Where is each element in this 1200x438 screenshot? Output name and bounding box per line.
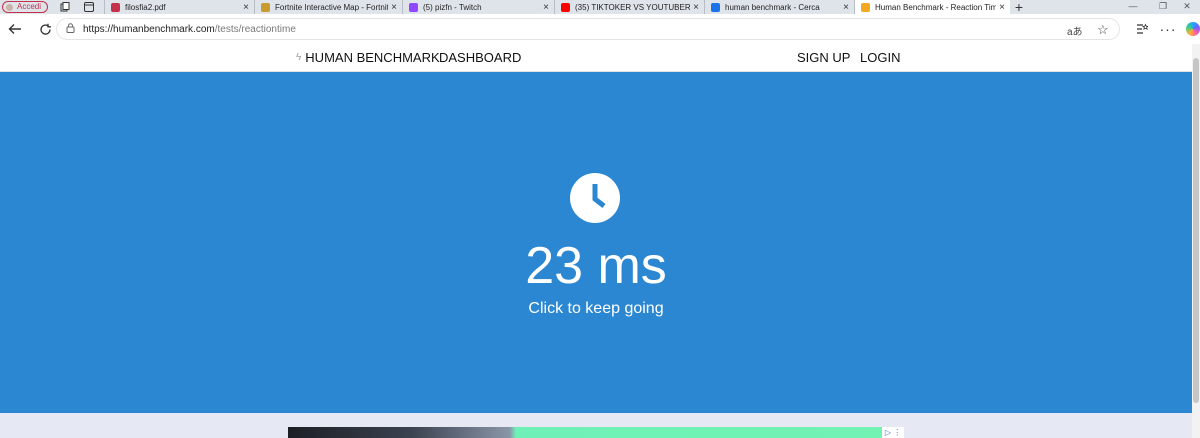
fortnite-map-icon	[261, 2, 271, 12]
close-tab-icon[interactable]: ×	[388, 2, 400, 13]
login-link[interactable]: LOGIN	[860, 50, 900, 65]
new-tab-button[interactable]: +	[1010, 0, 1028, 15]
tab-title: Fortnite Interactive Map - Fortnite	[275, 2, 389, 12]
workspaces-icon[interactable]	[58, 1, 72, 13]
close-tab-icon[interactable]: ×	[240, 2, 252, 13]
tab-title: human benchmark - Cerca	[725, 2, 820, 12]
browser-tab[interactable]: Fortnite Interactive Map - Fortnite ×	[254, 0, 402, 14]
address-bar-row: https://humanbenchmark.com/tests/reactio…	[0, 14, 1200, 44]
close-tab-icon[interactable]: ×	[996, 2, 1008, 13]
human-benchmark-icon	[861, 2, 871, 12]
brand-link[interactable]: ϟ HUMAN BENCHMARK	[296, 50, 440, 65]
close-tab-icon[interactable]: ×	[690, 2, 702, 13]
ad-choices-icon[interactable]: ▷ ⋮	[882, 427, 904, 438]
browser-tab[interactable]: human benchmark - Cerca ×	[704, 0, 854, 14]
clock-icon	[570, 173, 620, 223]
url-bar[interactable]: https://humanbenchmark.com/tests/reactio…	[56, 18, 1120, 40]
bolt-icon: ϟ	[296, 52, 302, 63]
minimize-button[interactable]: —	[1118, 0, 1148, 14]
profile-button[interactable]: Accedi	[2, 1, 49, 13]
lock-icon	[57, 23, 83, 35]
more-menu-icon[interactable]: ···	[1155, 14, 1181, 44]
copilot-button[interactable]	[1180, 14, 1200, 44]
keep-going-hint: Click to keep going	[528, 300, 664, 317]
page-scrollbar[interactable]	[1192, 44, 1200, 438]
dashboard-link[interactable]: DASHBOARD	[439, 50, 521, 65]
favorite-star-icon[interactable]: ☆	[1097, 19, 1109, 41]
tab-actions-icon[interactable]	[82, 1, 96, 13]
copilot-icon	[1186, 22, 1200, 36]
tab-title: (5) pizfn - Twitch	[423, 2, 482, 12]
favorites-icon[interactable]	[1128, 14, 1154, 44]
browser-tab[interactable]: Human Benchmark - Reaction Time ×	[854, 0, 1011, 14]
profile-label: Accedi	[17, 2, 42, 11]
site-header: ϟ HUMAN BENCHMARK DASHBOARD SIGN UP LOGI…	[0, 44, 1192, 72]
advertisement-banner[interactable]	[288, 427, 904, 438]
browser-tab[interactable]: (35) TIKTOKER VS YOUTUBER- SO×	[554, 0, 704, 14]
browser-tab[interactable]: (5) pizfn - Twitch ×	[402, 0, 554, 14]
tab-title: filosfia2.pdf	[125, 2, 166, 12]
search-icon	[711, 2, 721, 12]
signup-link[interactable]: SIGN UP	[797, 50, 850, 65]
close-window-button[interactable]: ✕	[1172, 0, 1200, 14]
reaction-time-result: 23 ms	[525, 237, 667, 295]
read-aloud-icon[interactable]: aあ	[1067, 19, 1083, 41]
scrollbar-thumb[interactable]	[1193, 58, 1199, 403]
url-host: https://humanbenchmark.com	[83, 23, 215, 35]
close-tab-icon[interactable]: ×	[540, 2, 552, 13]
browser-tab-strip: Accedi filosfia2.pdf × Fortnite Interactiv…	[0, 0, 1200, 15]
url-path: /tests/reactiontime	[214, 23, 296, 35]
pdf-icon	[111, 2, 121, 12]
brand-label: HUMAN BENCHMARK	[305, 50, 440, 65]
tab-title: (35) TIKTOKER VS YOUTUBER- SO	[575, 2, 691, 12]
back-button[interactable]	[0, 14, 30, 44]
refresh-icon	[39, 23, 51, 35]
browser-tab[interactable]: filosfia2.pdf ×	[104, 0, 254, 14]
back-arrow-icon	[8, 24, 21, 34]
twitch-icon	[409, 2, 419, 12]
reaction-test-area[interactable]: 23 ms Click to keep going	[0, 72, 1192, 413]
youtube-icon	[561, 2, 571, 12]
close-tab-icon[interactable]: ×	[840, 2, 852, 13]
tab-title: Human Benchmark - Reaction Time	[875, 2, 997, 12]
avatar	[6, 4, 13, 11]
